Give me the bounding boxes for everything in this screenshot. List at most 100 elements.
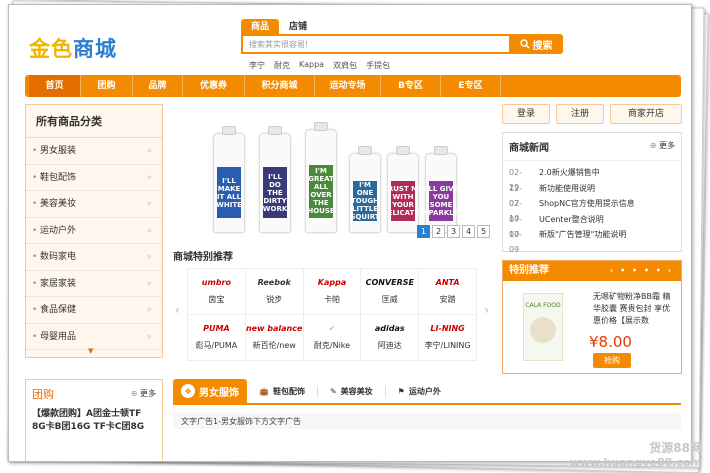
brand-item[interactable]: CONVERSE 匡威 — [361, 269, 420, 315]
search-button-label: 搜索 — [532, 40, 553, 52]
news-item[interactable]: 07-09 新版"广告管理"功能说明 — [503, 227, 681, 254]
pager-button[interactable]: 1 — [417, 225, 430, 238]
category-title: 所有商品分类 — [26, 105, 162, 138]
category-item[interactable]: 运动户外» — [26, 218, 162, 244]
brand-item[interactable]: LI-NING 李宁/LINING — [419, 315, 477, 361]
search-button[interactable]: 搜索 — [509, 34, 563, 54]
floor-tab[interactable]: 👜 鞋包配饰 — [247, 385, 318, 397]
hot-keywords: 李宁 耐克 Kappa 双肩包 手提包 — [249, 60, 390, 71]
buy-button[interactable]: 抢购 — [593, 353, 631, 368]
brand-item[interactable]: ✓ 耐克/Nike — [303, 315, 362, 361]
bag-icon: 👜 — [259, 386, 269, 396]
floor-tab-main[interactable]: ❖ 男女服饰 — [173, 379, 247, 403]
category-item[interactable]: 数码家电» — [26, 244, 162, 271]
double-chevron-icon: » — [146, 305, 152, 315]
pager-button[interactable]: 4 — [462, 225, 475, 238]
hot-keyword[interactable]: 耐克 — [274, 60, 290, 71]
nav-groupbuy[interactable]: 团购 — [81, 75, 133, 97]
banner-bottle: I'LL DO THE DIRTY WORK — [259, 126, 291, 233]
hot-keyword[interactable]: Kappa — [299, 60, 324, 71]
news-item[interactable]: 07-10 UCenter整合说明 — [503, 212, 681, 239]
category-item[interactable]: 家居家装» — [26, 271, 162, 297]
text-ad[interactable]: 文字广告1-男女服饰下方文字广告 — [173, 413, 681, 429]
brand-section-title: 商城特别推荐 — [173, 252, 233, 263]
banner-bottle: I'M ONE TOUGH LITTLE SQUIRT — [349, 146, 381, 233]
nav-home[interactable]: 首页 — [29, 75, 81, 97]
groupbuy-title: 团购 — [32, 388, 54, 401]
search-tabs: 商品 店铺 — [241, 19, 317, 34]
brand-item[interactable]: new balance 新百伦/new — [245, 315, 304, 361]
search-tab-shops[interactable]: 店铺 — [279, 19, 317, 34]
brand-item[interactable]: PUMA 彪马/PUMA — [188, 315, 246, 361]
nav-zone-e[interactable]: E专区 — [441, 75, 501, 97]
main-nav: 首页 团购 品牌 优惠券 积分商城 运动专场 B专区 E专区 — [25, 75, 681, 97]
plus-icon: ⊕ — [130, 389, 138, 398]
brand-logo: Reebok — [257, 278, 291, 287]
banner-bottle: TRUST ME WITH YOUR DELICATES — [382, 146, 424, 233]
product-title[interactable]: 无嗯矿物粉净BB霜 精华胶囊 赛贵包封 享优惠价格【展示数 — [593, 291, 677, 327]
double-chevron-icon: » — [146, 225, 152, 236]
search-input[interactable]: 搜索其实很容易! — [241, 34, 511, 54]
product-image[interactable]: CALA FOOD — [523, 293, 563, 361]
search-icon — [519, 39, 530, 49]
category-item[interactable]: 鞋包配饰» — [26, 165, 162, 191]
groupbuy-item[interactable]: 【爆款团购】A团金士顿TF 8G卡B团16G TF卡C团8G — [26, 408, 162, 434]
shirt-icon: ❖ — [181, 384, 195, 398]
brand-item[interactable]: ANTA 安踏 — [419, 269, 477, 315]
open-shop-button[interactable]: 商家开店 — [610, 104, 682, 124]
category-item[interactable]: 食品保健» — [26, 297, 162, 324]
category-item[interactable]: 男女服装» — [26, 138, 162, 165]
floor-tab[interactable]: ✎ 美容美妆 — [318, 385, 386, 397]
category-menu: 所有商品分类 男女服装» 鞋包配饰» 美容美妆» 运动户外» 数码家电» 家居家… — [25, 104, 163, 358]
groupbuy-more-link[interactable]: ⊕ 更多 — [131, 388, 156, 399]
nav-sports[interactable]: 运动专场 — [315, 75, 381, 97]
brand-item[interactable]: adidas 阿迪达 — [361, 315, 420, 361]
banner-bottle: I'LL MAKE IT ALL WHITE — [213, 126, 245, 233]
hot-keyword[interactable]: 双肩包 — [333, 60, 357, 71]
triangle-down-icon[interactable]: ▼ — [88, 347, 93, 355]
news-item[interactable]: 12-02 新功能使用说明 — [503, 181, 681, 208]
login-button[interactable]: 登录 — [502, 104, 550, 124]
news-panel: 商城新闻 ⊕ 更多 02-29 2.0新火爆销售中 12-02 新功能使用说明 07-… — [502, 132, 682, 254]
special-title: 特别推荐 — [509, 265, 549, 276]
pager-button[interactable]: 2 — [432, 225, 445, 238]
nav-zone-b[interactable]: B专区 — [381, 75, 441, 97]
nav-brands[interactable]: 品牌 — [133, 75, 183, 97]
search-tab-goods[interactable]: 商品 — [241, 19, 280, 34]
category-item[interactable]: 母婴用品» — [26, 324, 162, 350]
brand-logo: ✓ — [328, 324, 336, 333]
brand-item[interactable]: Kappa 卡帕 — [303, 269, 362, 315]
news-item[interactable]: 02-29 2.0新火爆销售中 — [503, 165, 681, 192]
category-item[interactable]: 美容美妆» — [26, 191, 162, 218]
double-chevron-icon: » — [146, 199, 152, 209]
nav-points-mall[interactable]: 积分商城 — [245, 75, 315, 97]
page-sheet: 金色商城 商品 店铺 搜索其实很容易! 搜索 李宁 耐克 Kappa 双肩包 手… — [8, 4, 692, 462]
carousel-dots[interactable]: ‹ • • • • › — [610, 261, 673, 281]
groupbuy-panel: 团购 ⊕ 更多 【爆款团购】A团金士顿TF 8G卡B团16G TF卡C团8G — [25, 379, 163, 461]
register-button[interactable]: 注册 — [556, 104, 604, 124]
brand-item[interactable]: umbro 茵宝 — [188, 269, 246, 315]
floor-tabs: ❖ 男女服饰 👜 鞋包配饰 ✎ 美容美妆 ⚑ 运动户外 — [173, 379, 681, 405]
watermark: 货源88网 www.huangye88.com — [569, 441, 702, 469]
product-price: ¥8.00 — [589, 333, 632, 351]
shoe-icon: ⚑ — [397, 386, 405, 396]
double-chevron-icon: » — [146, 278, 152, 289]
double-chevron-icon: » — [146, 252, 152, 262]
brand-item[interactable]: Reebok 锐步 — [245, 269, 304, 315]
site-logo[interactable]: 金色商城 — [29, 33, 117, 63]
hot-keyword[interactable]: 手提包 — [366, 60, 390, 71]
pager-button[interactable]: 5 — [477, 225, 490, 238]
brand-logo: new balance — [245, 324, 303, 333]
hot-keyword[interactable]: 李宁 — [249, 60, 265, 71]
brand-logo: adidas — [374, 324, 405, 333]
banner-pager: 1 2 3 4 5 — [417, 225, 490, 238]
banner-slider[interactable]: I'LL MAKE IT ALL WHITE I'LL DO THE DIRTY… — [173, 105, 491, 243]
news-item[interactable]: 07-10 ShopNC官方使用提示信息 — [503, 196, 681, 223]
nav-coupons[interactable]: 优惠券 — [183, 75, 245, 97]
pager-button[interactable]: 3 — [447, 225, 460, 238]
brush-icon: ✎ — [329, 386, 337, 396]
news-more-link[interactable]: ⊕ 更多 — [650, 140, 675, 151]
chevron-left-icon[interactable]: ‹ — [175, 303, 180, 317]
chevron-right-icon[interactable]: › — [484, 303, 489, 317]
floor-tab[interactable]: ⚑ 运动户外 — [386, 386, 453, 397]
